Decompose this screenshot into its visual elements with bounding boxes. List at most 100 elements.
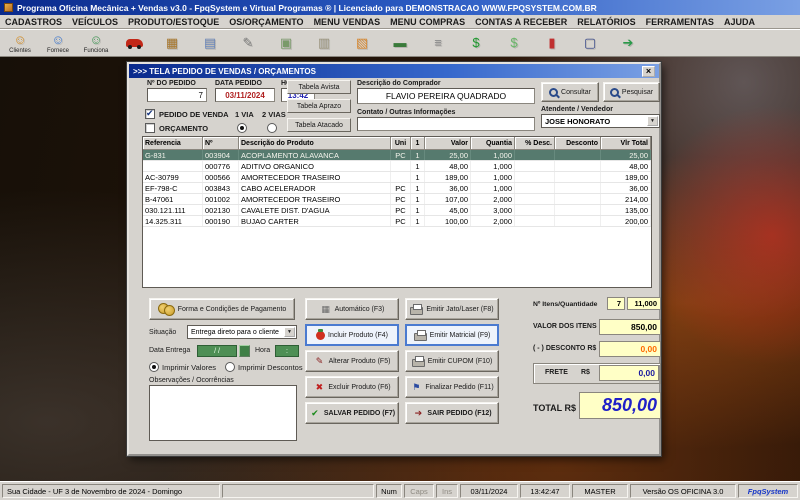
print-discounts-radio[interactable]: [225, 362, 235, 372]
table-row[interactable]: AC-30799000566AMORTECEDOR TRASEIRO1189,0…: [143, 172, 651, 183]
products-button[interactable]: ▦: [154, 30, 190, 56]
invoice-icon: ≡: [434, 36, 442, 50]
discount-field[interactable]: 0,00: [599, 341, 661, 357]
sale-checkbox[interactable]: [145, 109, 155, 119]
delete-product-button[interactable]: ✖Excluir Produto (F6): [305, 376, 399, 398]
buyer-field[interactable]: FLAVIO PEREIRA QUADRADO: [357, 88, 535, 104]
service-order-button[interactable]: ✎: [230, 30, 266, 56]
print-values-radio[interactable]: [149, 362, 159, 372]
column-header[interactable]: 1: [411, 137, 425, 150]
print-laser-button[interactable]: Emitir Jato/Laser (F8): [405, 298, 499, 320]
contact-label: Contato / Outras Informações: [357, 109, 455, 116]
menu-item-contas-a-receber[interactable]: CONTAS A RECEBER: [470, 15, 572, 28]
menu-item-ve-culos[interactable]: VEÍCULOS: [67, 15, 123, 28]
table-cell: AMORTECEDOR TRASEIRO: [239, 194, 391, 204]
menu-item-relat-rios[interactable]: RELATÓRIOS: [572, 15, 640, 28]
menu-item-ferramentas[interactable]: FERRAMENTAS: [641, 15, 719, 28]
add-product-button[interactable]: Incluir Produto (F4): [305, 324, 399, 346]
exit-icon: ➔: [623, 36, 634, 50]
vehicles-button[interactable]: [116, 30, 152, 56]
payment-terms-button[interactable]: Forma e Condições de Pagamento: [149, 298, 295, 320]
freight-field[interactable]: 0,00: [599, 365, 659, 381]
clients-button[interactable]: ☺Clientes: [2, 30, 38, 56]
delivery-time-field[interactable]: :: [275, 345, 299, 357]
table-term-button[interactable]: Tabela Aprazo: [287, 99, 351, 113]
finance-button[interactable]: $: [458, 30, 494, 56]
total-label: TOTAL R$: [533, 403, 576, 413]
close-icon[interactable]: ×: [642, 66, 655, 77]
column-header[interactable]: Valor: [425, 137, 471, 150]
search-button[interactable]: Pesquisar: [603, 82, 660, 102]
menu-item-produto-estoque[interactable]: PRODUTO/ESTOQUE: [123, 15, 224, 28]
column-header[interactable]: Vlr Total: [601, 137, 651, 150]
notes-textarea[interactable]: [149, 385, 297, 441]
menu-item-os-or-amento[interactable]: OS/ORÇAMENTO: [224, 15, 308, 28]
window-titlebar[interactable]: Programa Oficina Mecânica + Vendas v3.0 …: [0, 0, 800, 15]
consult-button[interactable]: Consultar: [541, 82, 599, 102]
table-row[interactable]: EF-798-C003843CABO ACELERADORPC136,001,0…: [143, 183, 651, 194]
table-cell: 48,00: [425, 161, 471, 171]
calendar-icon[interactable]: [239, 345, 250, 357]
column-header[interactable]: Uni: [391, 137, 411, 150]
menu-item-menu-vendas[interactable]: MENU VENDAS: [309, 15, 386, 28]
exit-order-button[interactable]: ➔SAIR PEDIDO (F12): [405, 402, 499, 424]
chevron-down-icon[interactable]: ▼: [284, 327, 295, 337]
menu-item-menu-compras[interactable]: MENU COMPRAS: [385, 15, 470, 28]
items-count-field: 7: [607, 297, 625, 310]
menu-item-cadastros[interactable]: CADASTROS: [0, 15, 67, 28]
one-copy-radio[interactable]: [237, 123, 247, 133]
column-header[interactable]: Desconto: [555, 137, 601, 150]
print-coupon-button[interactable]: Emitir CUPOM (F10): [405, 350, 499, 372]
save-order-button[interactable]: ✔SALVAR PEDIDO (F7): [305, 402, 399, 424]
column-header[interactable]: % Desc.: [515, 137, 555, 150]
table-cell: PC: [391, 183, 411, 193]
status-dropdown[interactable]: Entrega direto para o cliente ▼: [187, 325, 297, 339]
auto-button[interactable]: ▦Automático (F3): [305, 298, 399, 320]
parts-box-button[interactable]: ▧: [344, 30, 380, 56]
column-header[interactable]: Quantia: [471, 137, 515, 150]
column-header[interactable]: Descrição do Produto: [239, 137, 391, 150]
two-copies-radio[interactable]: [267, 123, 277, 133]
quote-checkbox[interactable]: [145, 123, 155, 133]
column-header[interactable]: Nº: [203, 137, 239, 150]
system-button[interactable]: ▢: [572, 30, 608, 56]
order-date-field[interactable]: 03/11/2024: [215, 88, 275, 102]
toolbar: ☺Clientes☺Fornece☺Funciona▦▤✎▣▥▧▬≡$$▮▢➔: [0, 29, 800, 57]
cash-button[interactable]: ▬: [382, 30, 418, 56]
seller-dropdown[interactable]: JOSE HONORATO ▼: [541, 114, 660, 128]
delivery-date-field[interactable]: / /: [197, 345, 237, 357]
table-cash-button[interactable]: Tabela Avista: [287, 80, 351, 94]
status-brand[interactable]: FpqSystem: [738, 484, 798, 498]
table-cell: 2,000: [471, 216, 515, 226]
table-row[interactable]: G-831003904ACOPLAMENTO ALAVANCAPC125,001…: [143, 150, 651, 161]
table-row[interactable]: 030.121.111002130CAVALETE DIST. D'AGUAPC…: [143, 205, 651, 216]
table-row[interactable]: B-47061001002AMORTECEDOR TRASEIROPC1107,…: [143, 194, 651, 205]
table-row[interactable]: 14.325.311000190BUJAO CARTERPC1100,002,0…: [143, 216, 651, 227]
suppliers-button[interactable]: ☺Fornece: [40, 30, 76, 56]
exit-button[interactable]: ➔: [610, 30, 646, 56]
menu-item-ajuda[interactable]: AJUDA: [719, 15, 760, 28]
purchases-button[interactable]: ▥: [306, 30, 342, 56]
invoice-button[interactable]: ≡: [420, 30, 456, 56]
employees-button[interactable]: ☺Funciona: [78, 30, 114, 56]
order-no-field[interactable]: 7: [147, 88, 207, 102]
table-wholesale-button[interactable]: Tabela Atacado: [287, 118, 351, 132]
banknotes-button[interactable]: $: [496, 30, 532, 56]
print-matrix-button[interactable]: Emitir Matricial (F9): [405, 324, 499, 346]
stock-button[interactable]: ▤: [192, 30, 228, 56]
column-header[interactable]: Referencia: [143, 137, 203, 150]
chevron-down-icon[interactable]: ▼: [647, 116, 658, 126]
finance-icon: $: [472, 36, 479, 50]
table-row[interactable]: 000776ADITIVO ORGANICO148,001,00048,00: [143, 161, 651, 172]
sales-cart-button[interactable]: ▣: [268, 30, 304, 56]
edit-product-button[interactable]: ✎Alterar Produto (F5): [305, 350, 399, 372]
reports-button[interactable]: ▮: [534, 30, 570, 56]
table-cell: 25,00: [601, 150, 651, 160]
menu-bar: CADASTROSVEÍCULOSPRODUTO/ESTOQUEOS/ORÇAM…: [0, 15, 800, 29]
status-user: MASTER: [572, 484, 628, 498]
finish-order-button[interactable]: ⚑Finalizar Pedido (F11): [405, 376, 499, 398]
stock-icon: ▤: [204, 36, 216, 50]
order-window-titlebar[interactable]: >>> TELA PEDIDO DE VENDAS / ORÇAMENTOS ×: [129, 64, 659, 78]
contact-field[interactable]: [357, 117, 535, 131]
table-cell: 030.121.111: [143, 205, 203, 215]
